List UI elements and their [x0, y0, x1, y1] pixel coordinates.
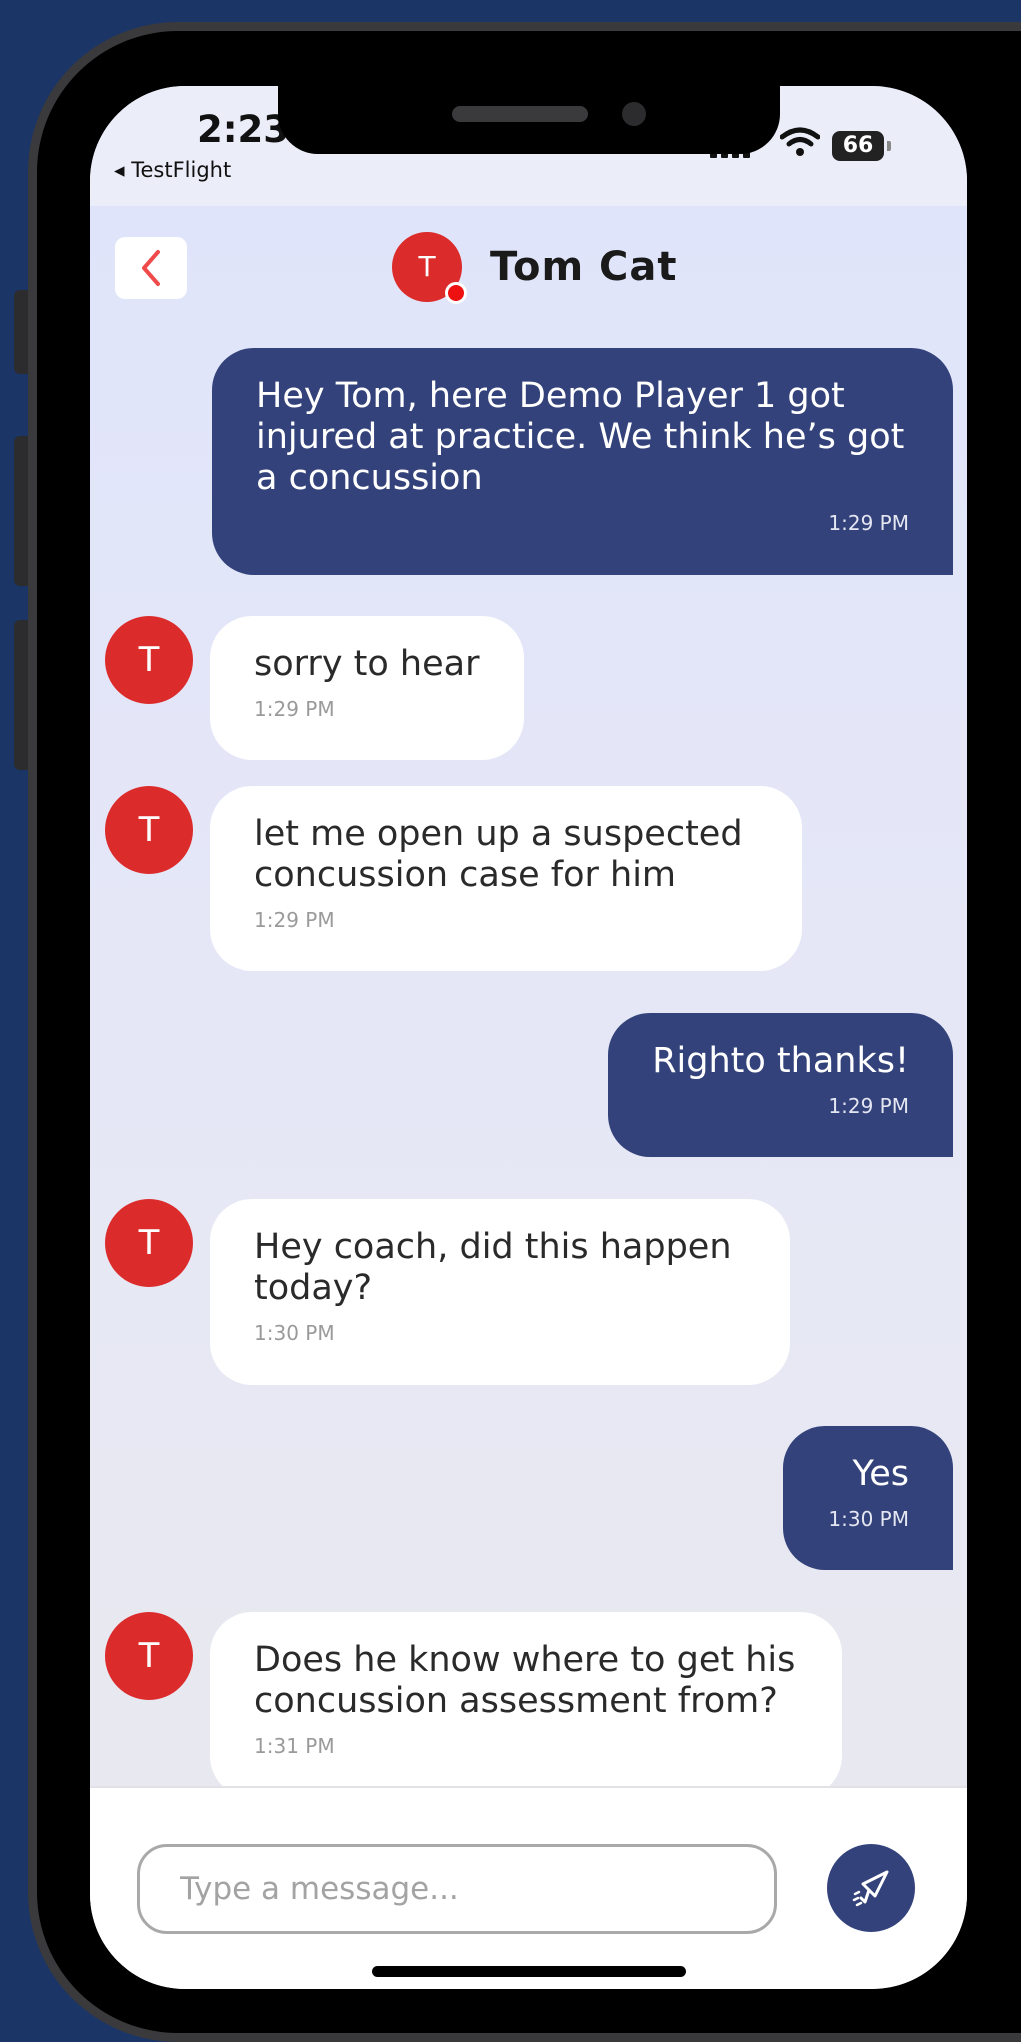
home-indicator[interactable]: [372, 1966, 686, 1977]
send-button[interactable]: [827, 1844, 915, 1932]
message-text: Hey Tom, here Demo Player 1 got injured …: [256, 376, 905, 498]
message-text: Righto thanks!: [652, 1041, 909, 1081]
message-time: 1:30 PM: [828, 1507, 909, 1531]
message-composer: [90, 1786, 967, 1989]
contact-name[interactable]: Tom Cat: [490, 244, 678, 290]
message-text: Hey coach, did this happen today?: [254, 1227, 732, 1308]
message-text: Yes: [852, 1454, 910, 1494]
message-time: 1:30 PM: [254, 1321, 335, 1345]
message-text: sorry to hear: [254, 644, 480, 684]
message-time: 1:29 PM: [254, 697, 335, 721]
phone-screen: 2:23 ◂ TestFlight 66 T Tom Cat Hey Tom, …: [90, 86, 967, 1989]
sender-avatar[interactable]: T: [105, 616, 193, 704]
battery-level: 66: [842, 133, 874, 158]
notch: [278, 86, 780, 154]
message-bubble-outgoing[interactable]: Righto thanks! 1:29 PM: [608, 1013, 953, 1157]
message-bubble-incoming[interactable]: sorry to hear 1:29 PM: [210, 616, 524, 760]
online-status-dot: [445, 282, 467, 304]
message-time: 1:29 PM: [828, 511, 909, 535]
message-bubble-incoming[interactable]: Does he know where to get his concussion…: [210, 1612, 842, 1798]
message-time: 1:29 PM: [254, 908, 335, 932]
speaker-grille: [452, 106, 588, 122]
front-camera: [622, 102, 646, 126]
message-bubble-incoming[interactable]: let me open up a suspected concussion ca…: [210, 786, 802, 971]
message-text: Does he know where to get his concussion…: [254, 1640, 796, 1721]
back-button[interactable]: [115, 237, 187, 299]
message-text: let me open up a suspected concussion ca…: [254, 814, 743, 895]
sender-avatar[interactable]: T: [105, 786, 193, 874]
chevron-left-icon: [142, 250, 160, 286]
battery-icon: 66: [832, 131, 891, 161]
sender-avatar[interactable]: T: [105, 1612, 193, 1700]
wifi-icon: [780, 127, 820, 156]
message-time: 1:31 PM: [254, 1734, 335, 1758]
message-time: 1:29 PM: [828, 1094, 909, 1118]
send-paper-plane-icon: [852, 1870, 889, 1907]
message-bubble-incoming[interactable]: Hey coach, did this happen today? 1:30 P…: [210, 1199, 790, 1385]
message-input[interactable]: [137, 1844, 777, 1934]
status-time: 2:23: [197, 108, 290, 151]
testflight-back-link[interactable]: ◂ TestFlight: [114, 158, 231, 182]
message-bubble-outgoing[interactable]: Hey Tom, here Demo Player 1 got injured …: [212, 348, 953, 575]
sender-avatar[interactable]: T: [105, 1199, 193, 1287]
message-bubble-outgoing[interactable]: Yes 1:30 PM: [783, 1426, 953, 1570]
